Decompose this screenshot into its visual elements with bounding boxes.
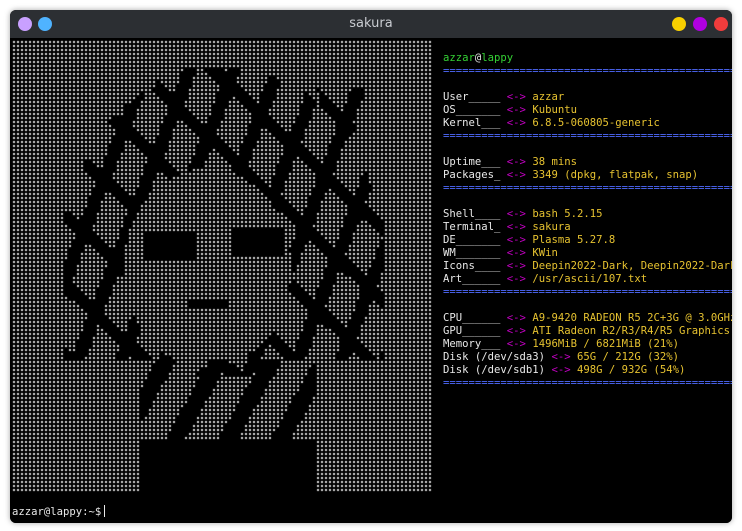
title-bar[interactable]: sakura [10, 10, 732, 38]
info-value: 498G / 932G (54%) [576, 364, 686, 376]
separator-line: ========================================… [443, 65, 732, 77]
username: azzar [443, 52, 475, 64]
info-arrow: <-> [551, 364, 571, 376]
info-row: Disk (/dev/sdb1) <-> 498G / 932G (54%) [443, 364, 728, 377]
info-row: Disk (/dev/sda3) <-> 65G / 212G (32%) [443, 351, 728, 364]
info-arrow: <-> [506, 156, 526, 168]
user-host-line: azzar@lappy [443, 52, 728, 65]
info-row: Packages_ <-> 3349 (dpkg, flatpak, snap) [443, 169, 728, 182]
info-key: Uptime___ [443, 156, 501, 168]
separator-line: ========================================… [443, 377, 732, 389]
info-value: azzar [532, 91, 565, 103]
separator-line: ========================================… [443, 182, 732, 194]
info-arrow: <-> [506, 273, 526, 285]
separator-line: ========================================… [443, 130, 732, 142]
info-key: CPU______ [443, 312, 501, 324]
info-value: ATI Radeon R2/R3/R4/R5 Graphics [532, 325, 731, 337]
separator-line: ========================================… [443, 286, 732, 298]
text-cursor [104, 505, 106, 517]
info-arrow: <-> [506, 338, 526, 350]
info-key: Icons____ [443, 260, 501, 272]
info-arrow: <-> [506, 260, 526, 272]
shell-prompt[interactable]: azzar@lappy:~$ [12, 505, 106, 519]
info-value: sakura [532, 221, 571, 233]
ascii-art-image [12, 40, 432, 495]
terminal-area[interactable]: azzar@lappy =============================… [10, 38, 732, 523]
info-arrow: <-> [506, 208, 526, 220]
info-arrow: <-> [506, 169, 526, 181]
info-row: Uptime___ <-> 38 mins [443, 156, 728, 169]
maximize-button[interactable] [693, 17, 707, 31]
info-value: bash 5.2.15 [532, 208, 603, 220]
info-key: GPU______ [443, 325, 501, 337]
info-arrow: <-> [506, 247, 526, 259]
info-arrow: <-> [506, 312, 526, 324]
info-key: Disk (/dev/sda3) [443, 351, 546, 363]
info-value: /usr/ascii/107.txt [532, 273, 648, 285]
info-key: Terminal_ [443, 221, 501, 233]
info-row: Memory___ <-> 1496MiB / 6821MiB (21%) [443, 338, 728, 351]
close-button[interactable] [714, 17, 728, 31]
hostname: lappy [481, 52, 514, 64]
info-key: WM_______ [443, 247, 501, 259]
info-key: Shell____ [443, 208, 501, 220]
info-value: Kubuntu [532, 104, 577, 116]
info-key: User_____ [443, 91, 501, 103]
info-row: OS_______ <-> Kubuntu [443, 104, 728, 117]
info-key: Packages_ [443, 169, 501, 181]
info-arrow: <-> [506, 234, 526, 246]
window-title: sakura [349, 16, 393, 31]
system-info-panel: azzar@lappy =============================… [443, 52, 732, 390]
info-value: 1496MiB / 6821MiB (21%) [532, 338, 680, 350]
minimize-button[interactable] [672, 17, 686, 31]
info-value: A9-9420 RADEON R5 2C+3G @ 3.0GHz [532, 312, 732, 324]
terminal-window: sakura azzar@lappy ======================… [10, 10, 732, 523]
info-row: Kernel___ <-> 6.8.5-060805-generic [443, 117, 728, 130]
info-row: Terminal_ <-> sakura [443, 221, 728, 234]
info-key: OS_______ [443, 104, 501, 116]
info-row: User_____ <-> azzar [443, 91, 728, 104]
info-row: DE_______ <-> Plasma 5.27.8 [443, 234, 728, 247]
info-key: Memory___ [443, 338, 501, 350]
info-row: Icons____ <-> Deepin2022-Dark, Deepin202… [443, 260, 732, 273]
info-key: Disk (/dev/sdb1) [443, 364, 546, 376]
info-arrow: <-> [506, 117, 526, 129]
info-arrow: <-> [551, 351, 571, 363]
info-row: GPU______ <-> ATI Radeon R2/R3/R4/R5 Gra… [443, 325, 731, 338]
info-value: 3349 (dpkg, flatpak, snap) [532, 169, 699, 181]
info-value: 65G / 212G (32%) [576, 351, 680, 363]
info-value: Deepin2022-Dark, Deepin2022-Dark [532, 260, 732, 272]
info-value: KWin [532, 247, 558, 259]
info-value: 6.8.5-060805-generic [532, 117, 660, 129]
info-arrow: <-> [506, 325, 526, 337]
info-row: WM_______ <-> KWin [443, 247, 728, 260]
info-key: DE_______ [443, 234, 501, 246]
info-row: Art______ <-> /usr/ascii/107.txt [443, 273, 728, 286]
info-arrow: <-> [506, 91, 526, 103]
prompt-text: azzar@lappy:~$ [12, 506, 102, 518]
info-value: 38 mins [532, 156, 577, 168]
info-value: Plasma 5.27.8 [532, 234, 616, 246]
info-key: Kernel___ [443, 117, 501, 129]
info-arrow: <-> [506, 104, 526, 116]
info-row: Shell____ <-> bash 5.2.15 [443, 208, 728, 221]
info-arrow: <-> [506, 221, 526, 233]
info-key: Art______ [443, 273, 501, 285]
info-row: CPU______ <-> A9-9420 RADEON R5 2C+3G @ … [443, 312, 732, 325]
